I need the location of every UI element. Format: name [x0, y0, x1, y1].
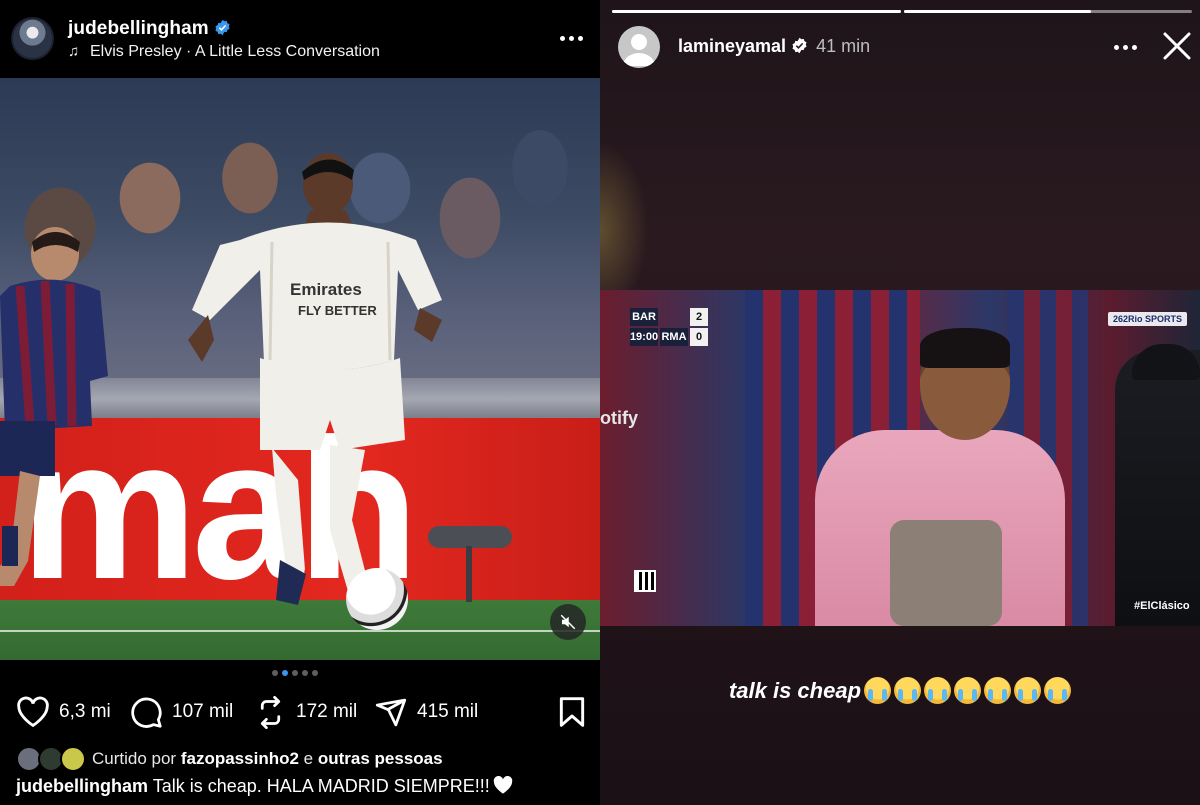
comment-icon	[131, 697, 162, 728]
post-header: judebellingham ♫ Elvis Presley · A Little…	[0, 0, 600, 78]
speaker-muted-icon	[560, 614, 576, 630]
story-header: lamineyamal 41 min	[678, 36, 870, 57]
svg-text:Emirates: Emirates	[290, 280, 362, 299]
mute-button[interactable]	[550, 604, 586, 640]
crossbody-bag	[890, 520, 1002, 626]
liked-by-others[interactable]: outras pessoas	[318, 749, 443, 769]
music-note-icon: ♫	[68, 43, 80, 60]
carousel-dot-active	[282, 670, 288, 676]
loudly-crying-face-icon	[1014, 677, 1042, 704]
default-avatar-icon	[623, 34, 655, 66]
post-actions: 6,3 mi 107 mil 172 mil 415 mil	[0, 692, 600, 732]
story-video[interactable]: otify BAR 2 19:00 RMA 0 262Rio SPORTS #E…	[600, 290, 1200, 626]
opponent-player-figure	[0, 227, 108, 586]
reposts-count: 172 mil	[296, 701, 358, 722]
verified-badge-icon	[792, 37, 807, 54]
team2-score: 0	[690, 328, 708, 346]
avatar[interactable]	[618, 26, 660, 68]
loudly-crying-face-icon	[894, 677, 922, 704]
shares-count: 415 mil	[417, 701, 479, 722]
music-info[interactable]: ♫ Elvis Presley · A Little Less Conversat…	[68, 43, 380, 61]
story-progress-1	[612, 10, 901, 13]
carousel-dot	[272, 670, 278, 676]
close-icon[interactable]	[1162, 31, 1192, 61]
music-label[interactable]: Elvis Presley · A Little Less Conversati…	[90, 43, 380, 60]
team1-label: BAR	[630, 308, 658, 326]
carousel-dot	[312, 670, 318, 676]
loudly-crying-face-icon	[924, 677, 952, 704]
post-caption: judebellingham Talk is cheap. HALA MADRI…	[16, 775, 514, 797]
username-label[interactable]: judebellingham	[68, 18, 209, 39]
story-timestamp: 41 min	[816, 36, 871, 56]
white-heart-icon	[493, 775, 513, 794]
story-username[interactable]: lamineyamal	[678, 36, 786, 56]
avatar[interactable]	[11, 17, 54, 60]
right-fan	[1115, 350, 1200, 626]
share-button[interactable]: 415 mil	[374, 692, 478, 732]
liked-by-avatars	[16, 746, 86, 772]
liked-by-user[interactable]: fazopassinho2	[181, 749, 299, 769]
team2-label: RMA	[660, 328, 688, 346]
player-figure: Emirates FLY BETTER	[188, 153, 442, 610]
repost-icon	[260, 695, 281, 729]
broadcast-hashtag: #ElClásico	[1134, 600, 1190, 612]
bookmark-icon[interactable]	[558, 696, 586, 728]
liked-by-prefix: Curtido por	[92, 749, 177, 768]
instagram-post: judebellingham ♫ Elvis Presley · A Little…	[0, 0, 600, 805]
story-caption: talk is cheap	[600, 677, 1200, 704]
carousel-indicator	[272, 670, 318, 676]
heart-icon	[17, 696, 49, 728]
more-options-button[interactable]	[1114, 45, 1137, 50]
liked-by[interactable]: Curtido por fazopassinho2 e outras pesso…	[16, 746, 443, 772]
sponsor-text: otify	[600, 408, 638, 428]
send-icon	[375, 698, 407, 726]
liked-by-connector: e	[303, 749, 314, 768]
svg-text:FLY BETTER: FLY BETTER	[298, 303, 377, 318]
instagram-story[interactable]: lamineyamal 41 min otify BAR 2 19:00 RMA …	[600, 0, 1200, 805]
post-image[interactable]: mah Emirates FLY BETTER	[0, 78, 600, 660]
match-clock: 19:00	[630, 328, 658, 346]
likes-count: 6,3 mi	[59, 701, 111, 722]
like-button[interactable]: 6,3 mi	[16, 692, 111, 732]
microphone-stand	[466, 546, 472, 602]
comments-count: 107 mil	[172, 701, 234, 722]
caption-text: Talk is cheap. HALA MADRID SIEMPRE!!!	[152, 776, 490, 796]
team1-score: 2	[690, 308, 708, 326]
carousel-dot	[302, 670, 308, 676]
story-progress-2	[904, 10, 1192, 13]
comment-button[interactable]: 107 mil	[130, 692, 233, 732]
pitch-line	[0, 630, 600, 632]
scoreboard: BAR 2 19:00 RMA 0	[630, 308, 708, 346]
loudly-crying-face-icon	[984, 677, 1012, 704]
carousel-dot	[292, 670, 298, 676]
repost-button[interactable]: 172 mil	[254, 692, 357, 732]
qr-code	[634, 570, 656, 592]
more-options-button[interactable]	[560, 36, 583, 41]
football	[346, 568, 408, 630]
loudly-crying-face-icon	[864, 677, 892, 704]
story-caption-text: talk is cheap	[728, 678, 862, 703]
post-username[interactable]: judebellingham	[68, 18, 231, 40]
loudly-crying-face-icon	[954, 677, 982, 704]
caption-username[interactable]: judebellingham	[16, 776, 148, 796]
verified-badge-icon	[215, 19, 230, 36]
loudly-crying-face-icon	[1044, 677, 1072, 704]
channel-logo: 262Rio SPORTS	[1108, 312, 1188, 326]
hair	[920, 328, 1010, 368]
